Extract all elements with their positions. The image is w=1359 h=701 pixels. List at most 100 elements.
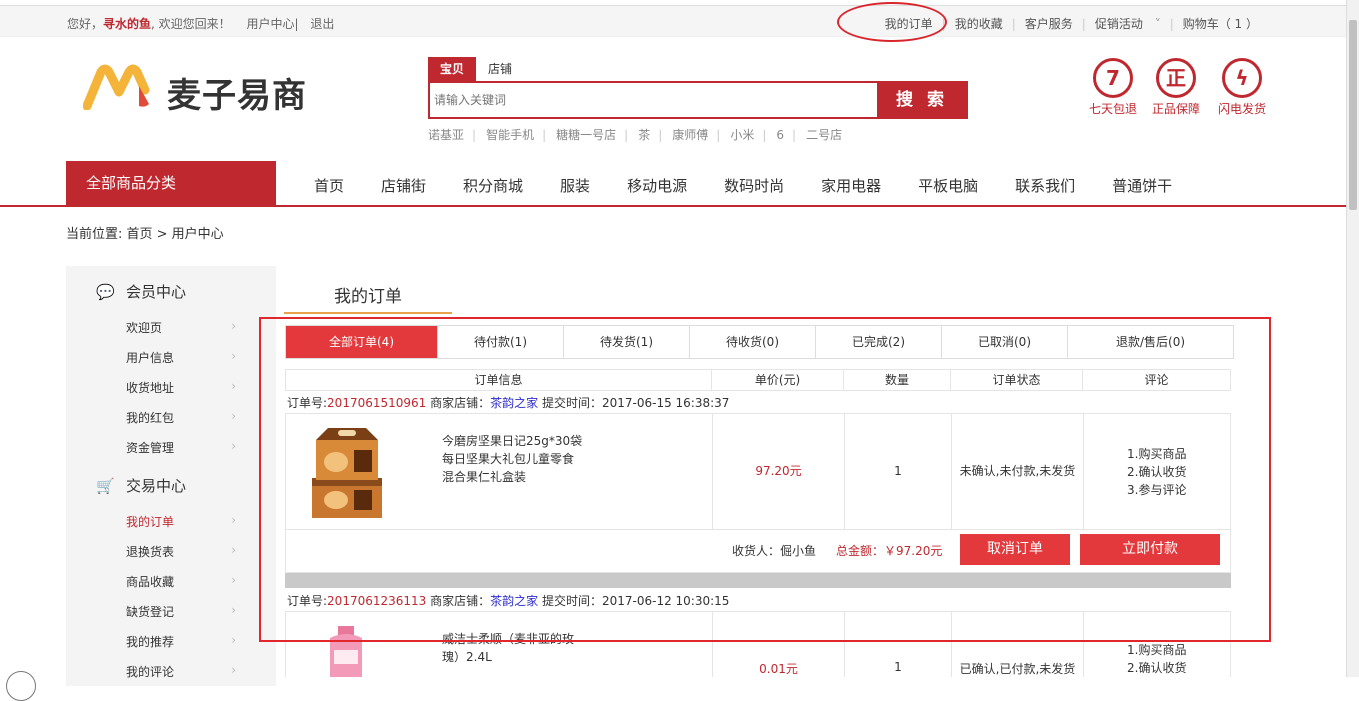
promo-link[interactable]: 促销活动 (1095, 17, 1143, 31)
nav-item[interactable]: 首页 (314, 161, 344, 211)
order-row: 今磨房坚果日记25g*30袋 每日坚果大礼包儿童零食 混合果仁礼盒装 97.20… (285, 413, 1231, 530)
search-button[interactable]: 搜 索 (877, 82, 967, 119)
chat-bubble-icon: 💬 (96, 283, 115, 301)
tab-completed[interactable]: 已完成(2) (816, 326, 942, 358)
unit-price: 0.01元 (713, 612, 845, 677)
tab-pending-shipment[interactable]: 待发货(1) (564, 326, 690, 358)
nav-item[interactable]: 数码时尚 (724, 161, 784, 211)
scrollbar-thumb[interactable] (1349, 20, 1357, 210)
logo-text: 麦子易商 (167, 76, 307, 116)
hot-keyword[interactable]: 二号店 (806, 128, 842, 142)
chevron-right-icon: › (231, 543, 236, 557)
column-header: 订单状态 (951, 370, 1083, 390)
logout-link[interactable]: 退出 (310, 17, 334, 31)
seven-icon: 7 (1093, 58, 1133, 98)
order-number[interactable]: 2017061510961 (327, 396, 426, 410)
orders-table-header: 订单信息 单价(元) 数量 订单状态 评论 (285, 369, 1231, 391)
nav-item[interactable]: 家用电器 (821, 161, 881, 211)
favorites-link[interactable]: 我的收藏 (955, 17, 1003, 31)
scrollbar[interactable] (1346, 0, 1359, 677)
search-input[interactable] (434, 86, 874, 114)
nav-item[interactable]: 平板电脑 (918, 161, 978, 211)
sidebar-item-welcome[interactable]: 欢迎页 › (126, 319, 236, 336)
sidebar-item-address[interactable]: 收货地址 › (126, 379, 236, 396)
chevron-down-icon: ˅ (1154, 17, 1161, 31)
sidebar-item-favorites[interactable]: 商品收藏 › (126, 573, 236, 590)
chevron-right-icon: › (231, 409, 236, 423)
chevron-right-icon: › (231, 603, 236, 617)
sidebar-item-recommend[interactable]: 我的推荐 › (126, 633, 236, 650)
badge-label: 闪电发货 (1217, 102, 1266, 116)
hot-keyword[interactable]: 康师傅 (672, 128, 708, 142)
tab-pending-payment[interactable]: 待付款(1) (438, 326, 564, 358)
chevron-right-icon: › (231, 379, 236, 393)
service-link[interactable]: 客户服务 (1025, 17, 1073, 31)
nav-item[interactable]: 联系我们 (1015, 161, 1075, 211)
badge-genuine[interactable]: 正 正品保障 (1145, 58, 1207, 117)
hot-keyword[interactable]: 糖糖一号店 (556, 128, 616, 142)
sidebar-item-red-packet[interactable]: 我的红包 › (126, 409, 236, 426)
order-header: 订单号:2017061236113 商家店铺：茶韵之家 提交时间：2017-06… (287, 594, 730, 608)
sidebar-item-user-info[interactable]: 用户信息 › (126, 349, 236, 366)
badge-label: 七天包退 (1088, 102, 1137, 116)
hot-keyword[interactable]: 智能手机 (486, 128, 534, 142)
hot-keyword[interactable]: 茶 (638, 128, 650, 142)
tab-pending-receipt[interactable]: 待收货(0) (690, 326, 816, 358)
column-header: 单价(元) (712, 370, 844, 390)
order-row: 威洁士柔顺（麦非亚的玫 瑰）2.4L 0.01元 1 已确认,已付款,未发货 (285, 611, 1231, 677)
review-steps: 1.购买商品 2.确认收货 3.参与评论 (1127, 447, 1187, 497)
sidebar-item-funds[interactable]: 资金管理 › (126, 439, 236, 456)
search-box: 搜 索 (428, 81, 968, 119)
nav-item[interactable]: 服装 (560, 161, 590, 211)
hot-keyword[interactable]: 6 (776, 128, 784, 142)
cancel-order-button[interactable]: 取消订单 (960, 534, 1070, 565)
hot-keyword[interactable]: 小米 (730, 128, 754, 142)
shop-link[interactable]: 茶韵之家 (490, 594, 538, 608)
quantity: 1 (845, 612, 952, 677)
chevron-right-icon: › (231, 573, 236, 587)
hot-keyword[interactable]: 诺基亚 (428, 128, 464, 142)
page-title: 我的订单 (284, 282, 452, 314)
logo-mark-icon (83, 64, 150, 110)
shop-link[interactable]: 茶韵之家 (490, 396, 538, 410)
tab-cancelled[interactable]: 已取消(0) (942, 326, 1068, 358)
corner-widget[interactable] (6, 671, 36, 701)
tab-all-orders[interactable]: 全部订单(4) (286, 326, 438, 358)
greeting: 您好，寻水的鱼, 欢迎您回来！ 用户中心| 退出 (67, 15, 334, 32)
nav-item[interactable]: 移动电源 (627, 161, 687, 211)
nav-item[interactable]: 积分商城 (463, 161, 523, 211)
tab-refund[interactable]: 退款/售后(0) (1068, 326, 1233, 358)
greeting-prefix: 您好， (67, 17, 104, 31)
badge-fast-delivery[interactable]: ϟ 闪电发货 (1211, 58, 1273, 117)
product-name[interactable]: 今磨房坚果日记25g*30袋 每日坚果大礼包儿童零食 混合果仁礼盒装 (442, 432, 582, 486)
all-categories-button[interactable]: 全部商品分类 (66, 161, 276, 205)
annotation-circle (837, 2, 947, 42)
sidebar-item-out-of-stock[interactable]: 缺货登记 › (126, 603, 236, 620)
sidebar: 💬 会员中心 欢迎页 › 用户信息 › 收货地址 › 我的红包 › 资金管理 › 🛒 交易中心… (66, 266, 276, 686)
hot-keywords: 诺基亚 | 智能手机 | 糖糖一号店 | 茶 | 康师傅 | 小米 | 6 | 二号店 (428, 128, 843, 142)
order-number[interactable]: 2017061236113 (327, 594, 426, 608)
sidebar-group-trade: 🛒 交易中心 (96, 475, 186, 496)
nav-item[interactable]: 普通饼干 (1112, 161, 1172, 211)
chevron-right-icon: › (231, 513, 236, 527)
badge-seven-day-return[interactable]: 7 七天包退 (1082, 58, 1144, 117)
sidebar-item-returns[interactable]: 退换货表 › (126, 543, 236, 560)
breadcrumb: 当前位置: 首页 > 用户中心 (66, 227, 224, 242)
search-tab-shops[interactable]: 店铺 (476, 57, 524, 81)
pay-now-button[interactable]: 立即付款 (1080, 534, 1220, 565)
nav-item[interactable]: 店铺街 (381, 161, 426, 211)
sidebar-item-my-orders[interactable]: 我的订单 › (126, 513, 236, 530)
search-tab-items[interactable]: 宝贝 (428, 57, 477, 81)
badge-label: 正品保障 (1151, 102, 1200, 116)
user-center-link[interactable]: 用户中心| (247, 17, 299, 31)
sidebar-item-reviews[interactable]: 我的评论 › (126, 663, 236, 680)
product-image[interactable] (326, 624, 366, 677)
chevron-right-icon: › (231, 439, 236, 453)
receiver: 收货人：倔小鱼 (732, 544, 817, 558)
cart-icon: 🛒 (96, 477, 115, 495)
cart-link[interactable]: 购物车（ 1 ） (1183, 17, 1258, 31)
product-image[interactable] (308, 426, 386, 520)
product-name[interactable]: 威洁士柔顺（麦非亚的玫 瑰）2.4L (442, 630, 574, 666)
username[interactable]: 寻水的鱼 (103, 17, 151, 31)
column-header: 订单信息 (286, 370, 712, 390)
